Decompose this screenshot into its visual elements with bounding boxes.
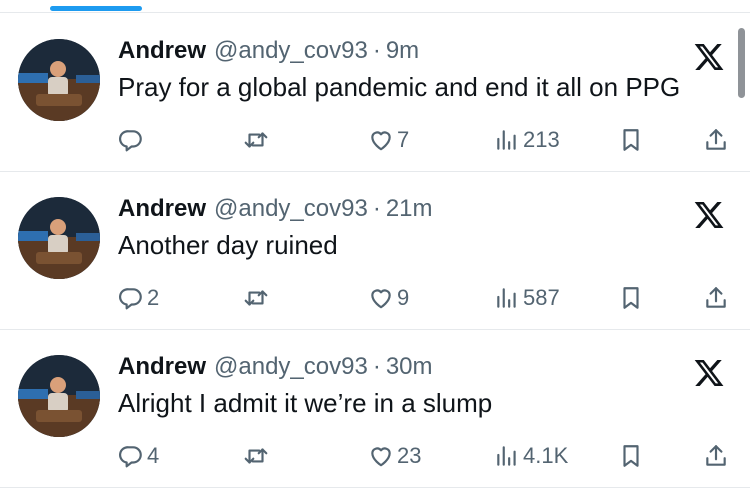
separator-dot: · (372, 37, 381, 64)
views-button[interactable]: 213 (494, 124, 560, 156)
bookmark-icon (623, 129, 639, 151)
separator-dot: · (372, 353, 381, 380)
retweet-icon (244, 448, 268, 464)
share-icon (706, 129, 726, 150)
bookmark-button[interactable] (618, 124, 644, 156)
retweet-button[interactable] (243, 282, 272, 314)
retweet-icon (244, 290, 268, 306)
tweet-card[interactable]: Andrew @andy_cov93 · 30m Alright I admit it… (0, 330, 750, 488)
share-icon (706, 445, 726, 466)
x-logo-icon (694, 44, 724, 70)
views-icon (497, 130, 516, 150)
reply-icon (119, 446, 142, 468)
x-logo-icon (694, 360, 724, 386)
bookmark-button[interactable] (618, 440, 644, 472)
like-count: 23 (397, 443, 422, 468)
share-button[interactable] (703, 282, 729, 314)
share-button[interactable] (703, 440, 729, 472)
tweet-header: Andrew @andy_cov93 · 9m (118, 36, 419, 66)
like-button[interactable]: 9 (368, 282, 409, 314)
author-handle[interactable]: @andy_cov93 (214, 37, 368, 64)
tweet-time[interactable]: 21m (386, 195, 433, 222)
views-icon (497, 288, 516, 308)
top-divider (0, 12, 750, 13)
views-count: 587 (523, 285, 560, 310)
tweet-card[interactable]: Andrew @andy_cov93 · 9m Pray for a global p… (0, 14, 750, 172)
retweet-button[interactable] (243, 440, 272, 472)
bookmark-icon (623, 287, 639, 309)
tweet-header: Andrew @andy_cov93 · 30m (118, 352, 433, 382)
like-count: 9 (397, 285, 410, 310)
reply-count: 4 (147, 443, 160, 468)
views-button[interactable]: 4.1K (494, 440, 568, 472)
author-handle[interactable]: @andy_cov93 (214, 195, 368, 222)
tweet-time[interactable]: 30m (386, 353, 433, 380)
views-count: 4.1K (523, 443, 569, 468)
reply-button[interactable]: 4 (118, 440, 159, 472)
author-name[interactable]: Andrew (118, 37, 206, 64)
views-icon (497, 446, 516, 466)
heart-icon (371, 131, 391, 151)
bookmark-icon (623, 445, 639, 467)
retweet-icon (244, 132, 268, 148)
avatar[interactable] (18, 355, 100, 437)
tweet-header: Andrew @andy_cov93 · 21m (118, 194, 433, 224)
bookmark-button[interactable] (618, 282, 644, 314)
share-button[interactable] (703, 124, 729, 156)
tweet-text: Alright I admit it we’re in a slump (118, 388, 493, 418)
reply-icon (119, 130, 142, 152)
tweet-text: Pray for a global pandemic and end it al… (118, 72, 681, 102)
reply-icon (119, 288, 142, 310)
reply-button[interactable]: 2 (118, 282, 159, 314)
active-tab-indicator (50, 6, 142, 11)
retweet-button[interactable] (243, 124, 272, 156)
avatar[interactable] (18, 39, 100, 121)
tweet-text: Another day ruined (118, 230, 338, 260)
tweet-time[interactable]: 9m (386, 37, 419, 64)
avatar[interactable] (18, 197, 100, 279)
like-count: 7 (397, 127, 410, 152)
heart-icon (371, 289, 391, 309)
reply-button[interactable] (118, 124, 147, 156)
author-name[interactable]: Andrew (118, 195, 206, 222)
tweet-divider (0, 487, 750, 488)
reply-count: 2 (147, 285, 160, 310)
views-count: 213 (523, 127, 560, 152)
author-handle[interactable]: @andy_cov93 (214, 353, 368, 380)
views-button[interactable]: 587 (494, 282, 560, 314)
share-icon (706, 287, 726, 308)
like-button[interactable]: 23 (368, 440, 421, 472)
separator-dot: · (372, 195, 381, 222)
x-logo-icon (694, 202, 724, 228)
author-name[interactable]: Andrew (118, 353, 206, 380)
heart-icon (371, 447, 391, 467)
like-button[interactable]: 7 (368, 124, 409, 156)
tweet-card[interactable]: Andrew @andy_cov93 · 21m Another day ruined… (0, 172, 750, 330)
